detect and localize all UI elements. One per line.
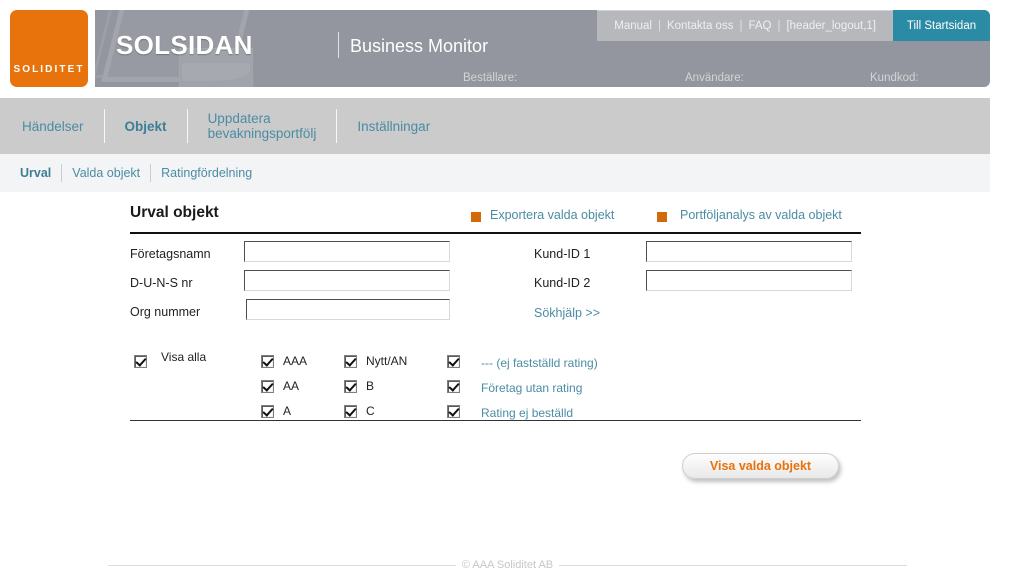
input-kund-id-1[interactable] <box>646 241 852 262</box>
section-divider-top <box>130 232 861 234</box>
brand-subtitle: Business Monitor <box>350 36 489 56</box>
subnav-item-valda-objekt[interactable]: Valda objekt <box>62 166 150 180</box>
header-link-kontakta-oss[interactable]: Kontakta oss <box>662 20 738 32</box>
subnav-item-ratingfordelning[interactable]: Ratingfördelning <box>151 166 262 180</box>
label-visa-alla: Visa alla <box>161 350 207 364</box>
secondary-nav: Urval Valda objekt Ratingfördelning <box>0 154 990 192</box>
footer-copyright: © AAA Soliditet AB <box>461 559 554 571</box>
subnav-item-urval[interactable]: Urval <box>0 166 61 180</box>
header-banner: SOLSIDAN Business Monitor Manual | Konta… <box>95 10 990 87</box>
sokhjalp-link[interactable]: Sökhjälp >> <box>534 306 600 320</box>
header-link-manual[interactable]: Manual <box>609 20 657 32</box>
checkbox-rating-aa[interactable] <box>261 380 274 393</box>
brand-name: SOLSIDAN <box>116 30 253 60</box>
main-content: Urval objekt Exportera valda objekt Port… <box>0 192 1015 532</box>
label-rating-aaa: AAA <box>283 354 308 368</box>
portfolio-bullet-icon <box>657 212 667 222</box>
header-meta-row: Beställare: Användare: Kundkod: <box>95 62 990 87</box>
checkbox-rating-ej-bestalld[interactable] <box>447 405 460 418</box>
brand-divider <box>338 32 339 58</box>
input-duns-nr[interactable] <box>244 270 450 291</box>
label-kund-id-1: Kund-ID 1 <box>534 247 591 261</box>
nav-item-uppdatera-bevakningsportfolj[interactable]: Uppdatera bevakningsportfölj <box>188 109 337 143</box>
checkbox-rating-b[interactable] <box>344 380 357 393</box>
primary-nav: Händelser Objekt Uppdatera bevakningspor… <box>0 98 990 154</box>
label-kund-id-2: Kund-ID 2 <box>534 276 591 290</box>
input-kund-id-2[interactable] <box>646 270 852 291</box>
label-rating-a: A <box>283 404 292 418</box>
page-title: Urval objekt <box>130 204 219 221</box>
footer-rule-right <box>559 564 907 566</box>
portfoljanalys-link[interactable]: Portföljanalys av valda objekt <box>680 208 842 222</box>
label-foretagsnamn: Företagsnamn <box>130 247 211 261</box>
checkbox-rating-aaa[interactable] <box>261 355 274 368</box>
label-rating-nytt-an: Nytt/AN <box>366 354 408 368</box>
label-rating-ej-bestalld: Rating ej beställd <box>481 406 574 420</box>
page-footer: © AAA Soliditet AB <box>0 552 1015 578</box>
meta-bestallare-label: Beställare: <box>463 72 518 84</box>
nav-item-handelser[interactable]: Händelser <box>0 109 104 143</box>
till-startsidan-button[interactable]: Till Startsidan <box>893 10 990 41</box>
label-rating-aa: AA <box>283 379 300 393</box>
label-rating-c: C <box>366 404 375 418</box>
meta-anvandare-label: Användare: <box>685 72 744 84</box>
meta-kundkod-label: Kundkod: <box>870 72 919 84</box>
checkbox-ej-faststalld-rating[interactable] <box>447 355 460 368</box>
label-duns-nr: D-U-N-S nr <box>130 276 193 290</box>
label-ej-faststalld-rating: --- (ej fastställd rating) <box>481 356 598 370</box>
label-org-nummer: Org nummer <box>130 305 201 319</box>
nav-divider <box>186 109 188 143</box>
checkbox-foretag-utan-rating[interactable] <box>447 380 460 393</box>
section-divider-bottom <box>130 420 861 421</box>
nav-item-installningar[interactable]: Inställningar <box>337 109 450 143</box>
soliditet-logo[interactable]: SOLIDITET <box>10 10 88 87</box>
app-page: SOLIDITET SOLSIDAN Business Monitor Manu… <box>0 0 1015 578</box>
header-link-logout[interactable]: [header_logout,1] <box>781 20 881 32</box>
nav-item-objekt[interactable]: Objekt <box>105 109 187 143</box>
exportera-valda-objekt-link[interactable]: Exportera valda objekt <box>490 208 614 222</box>
header-links: Manual | Kontakta oss | FAQ | [header_lo… <box>597 10 893 41</box>
label-rating-b: B <box>366 379 375 393</box>
input-org-nummer[interactable] <box>246 299 450 320</box>
logo-text: SOLIDITET <box>13 64 85 75</box>
app-header: SOLIDITET SOLSIDAN Business Monitor Manu… <box>0 0 990 96</box>
nav-divider <box>103 109 105 143</box>
input-foretagsnamn[interactable] <box>244 241 450 262</box>
checkbox-visa-alla[interactable] <box>134 355 147 368</box>
checkbox-rating-c[interactable] <box>344 405 357 418</box>
label-foretag-utan-rating: Företag utan rating <box>481 381 583 395</box>
header-link-faq[interactable]: FAQ <box>743 20 776 32</box>
checkbox-rating-nytt-an[interactable] <box>344 355 357 368</box>
export-bullet-icon <box>471 212 481 222</box>
visa-valda-objekt-button[interactable]: Visa valda objekt <box>682 453 839 479</box>
footer-rule-left <box>108 564 456 566</box>
checkbox-rating-a[interactable] <box>261 405 274 418</box>
nav-divider <box>336 109 338 143</box>
